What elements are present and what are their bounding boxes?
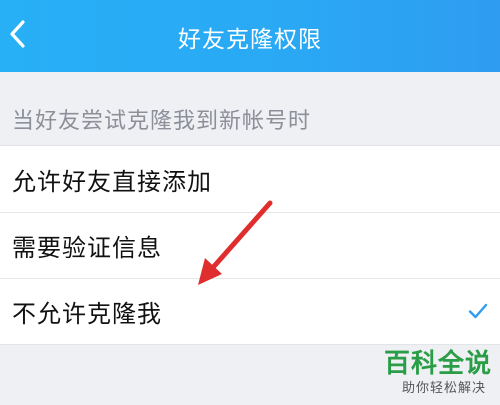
watermark-subtitle: 助你轻松解决 bbox=[401, 381, 486, 396]
nav-bar: 好友克隆权限 bbox=[0, 0, 500, 72]
page-title: 好友克隆权限 bbox=[178, 27, 322, 53]
option-label: 不允许克隆我 bbox=[12, 299, 162, 328]
watermark-logo: 百科全说 助你轻松解决 bbox=[366, 343, 492, 397]
option-require-verification[interactable]: 需要验证信息 bbox=[0, 212, 500, 278]
section-header: 当好友尝试克隆我到新帐号时 bbox=[12, 109, 312, 134]
watermark-title: 百科全说 bbox=[383, 349, 492, 379]
option-disallow-clone[interactable]: 不允许克隆我 bbox=[0, 278, 500, 344]
checkmark-icon bbox=[466, 299, 490, 323]
option-label: 需要验证信息 bbox=[12, 233, 162, 262]
option-label: 允许好友直接添加 bbox=[12, 167, 212, 196]
option-list: 允许好友直接添加 需要验证信息 不允许克隆我 bbox=[0, 145, 500, 345]
option-allow-direct-add[interactable]: 允许好友直接添加 bbox=[0, 146, 500, 212]
